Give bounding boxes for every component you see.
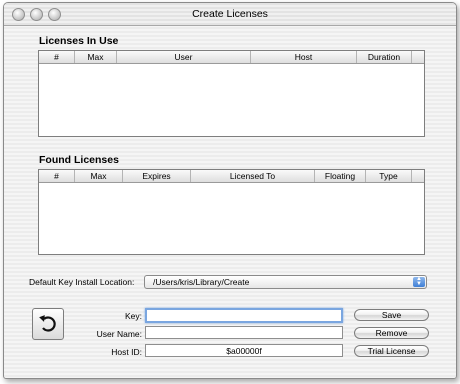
column-header-host[interactable]: Host <box>251 51 357 63</box>
host-id-field: $a00000f <box>145 344 343 357</box>
save-button[interactable]: Save <box>354 309 429 321</box>
column-header-expires[interactable]: Expires <box>123 170 191 182</box>
install-location-popup[interactable]: /Users/kris/Library/Create ▲ ▼ <box>144 275 427 289</box>
column-header-corner <box>412 170 422 182</box>
key-label: Key: <box>124 311 142 321</box>
column-header-corner <box>412 51 422 63</box>
column-header-type[interactable]: Type <box>366 170 412 182</box>
key-input[interactable] <box>145 308 343 323</box>
column-header-max[interactable]: Max <box>75 51 117 63</box>
found-licenses-header: # Max Expires Licensed To Floating Type <box>39 170 424 183</box>
undo-arrow-icon <box>39 315 56 332</box>
title-bar: Create Licenses <box>4 3 456 26</box>
remove-button[interactable]: Remove <box>354 327 429 339</box>
column-header-number[interactable]: # <box>39 170 75 182</box>
licenses-in-use-table[interactable]: # Max User Host Duration <box>38 50 425 137</box>
licenses-in-use-heading: Licenses In Use <box>39 35 119 47</box>
column-header-licensed-to[interactable]: Licensed To <box>191 170 315 182</box>
window-title: Create Licenses <box>192 8 268 20</box>
host-id-label: Host ID: <box>111 347 142 357</box>
user-name-label: User Name: <box>96 329 142 339</box>
found-licenses-heading: Found Licenses <box>39 154 119 166</box>
licenses-in-use-header: # Max User Host Duration <box>39 51 424 64</box>
revert-button[interactable] <box>32 308 64 340</box>
column-header-user[interactable]: User <box>117 51 251 63</box>
user-name-input[interactable] <box>145 326 343 339</box>
install-location-value: /Users/kris/Library/Create <box>153 277 250 287</box>
found-licenses-table[interactable]: # Max Expires Licensed To Floating Type <box>38 169 425 255</box>
column-header-duration[interactable]: Duration <box>357 51 412 63</box>
trial-license-button[interactable]: Trial License <box>354 345 429 357</box>
column-header-max[interactable]: Max <box>75 170 123 182</box>
create-licenses-window: Create Licenses Licenses In Use # Max Us… <box>3 2 457 379</box>
column-header-number[interactable]: # <box>39 51 75 63</box>
popup-arrows-icon: ▲ ▼ <box>413 276 425 287</box>
column-header-floating[interactable]: Floating <box>315 170 366 182</box>
install-location-label: Default Key Install Location: <box>29 277 135 287</box>
